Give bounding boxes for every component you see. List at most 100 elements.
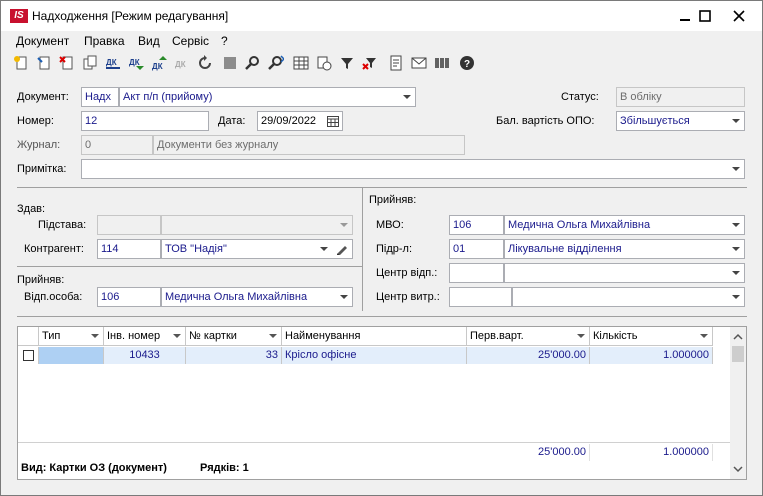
chevron-down-icon[interactable]: [340, 295, 348, 299]
dk-disabled-icon[interactable]: ДК: [173, 54, 191, 72]
mvo-code-field[interactable]: 106: [449, 215, 504, 235]
table-header-type[interactable]: Тип: [39, 327, 104, 346]
balance-value: Збільшується: [620, 115, 690, 127]
chevron-down-icon[interactable]: [732, 247, 740, 251]
column-label: Перв.варт.: [470, 330, 524, 342]
sort-arrow-icon[interactable]: [577, 334, 585, 338]
note-label: Примітка:: [17, 163, 67, 175]
scroll-thumb[interactable]: [732, 346, 744, 362]
date-value: 29/09/2022: [261, 115, 317, 127]
center-cost-select[interactable]: [512, 287, 745, 307]
checkbox-icon[interactable]: [23, 350, 34, 361]
mail-icon[interactable]: [410, 54, 428, 72]
journal-code-field: 0: [81, 135, 153, 155]
dk-up-icon[interactable]: ДК: [150, 54, 168, 72]
number-field[interactable]: 12: [81, 111, 209, 131]
cell-name[interactable]: Крісло офісне: [282, 347, 467, 364]
contractor-select[interactable]: ТОВ "Надія": [161, 239, 353, 259]
maximize-button[interactable]: [691, 1, 719, 31]
svg-text:?: ?: [464, 59, 470, 70]
clear-filter-icon[interactable]: [361, 54, 379, 72]
cell-qty[interactable]: 1.000000: [590, 347, 713, 364]
table-header-select[interactable]: [18, 327, 39, 346]
resp-person-select[interactable]: Медична Ольга Михайлівна: [161, 287, 353, 307]
view-label: Вид: Картки ОЗ (документ): [21, 462, 167, 474]
dept-select[interactable]: Лікувальне відділення: [504, 239, 745, 259]
scroll-down-icon[interactable]: [730, 461, 746, 477]
stop-icon[interactable]: [221, 54, 239, 72]
number-label: Номер:: [17, 115, 54, 127]
edit-pencil-icon[interactable]: [336, 243, 348, 255]
dk-down-icon[interactable]: ДК: [127, 54, 145, 72]
chevron-down-icon[interactable]: [732, 223, 740, 227]
search-icon[interactable]: [244, 54, 262, 72]
cell-type[interactable]: [39, 347, 104, 364]
menu-document[interactable]: Документ: [16, 34, 69, 48]
minimize-icon: [680, 19, 690, 21]
table-header-inv[interactable]: Інв. номер: [104, 327, 186, 346]
svg-text:ДК: ДК: [129, 58, 140, 67]
rows-count: Рядків: 1: [200, 462, 249, 474]
resp-code-field[interactable]: 106: [97, 287, 161, 307]
sort-arrow-icon[interactable]: [269, 334, 277, 338]
table-icon[interactable]: [292, 54, 310, 72]
close-button[interactable]: [725, 1, 753, 31]
copy-doc-icon[interactable]: [35, 54, 53, 72]
doc-icon[interactable]: [387, 54, 405, 72]
chevron-down-icon[interactable]: [732, 295, 740, 299]
help-icon[interactable]: ?: [458, 54, 476, 72]
table-header-name[interactable]: Найменування: [282, 327, 467, 346]
chevron-down-icon[interactable]: [732, 119, 740, 123]
calc-icon[interactable]: [315, 54, 333, 72]
menu-service[interactable]: Сервіс: [172, 34, 209, 48]
sort-arrow-icon[interactable]: [91, 334, 99, 338]
mvo-select[interactable]: Медична Ольга Михайлівна: [504, 215, 745, 235]
scroll-up-icon[interactable]: [730, 329, 746, 345]
chevron-down-icon[interactable]: [732, 167, 740, 171]
vertical-scrollbar[interactable]: [730, 327, 746, 479]
chevron-down-icon[interactable]: [403, 95, 411, 99]
sort-arrow-icon[interactable]: [173, 334, 181, 338]
contractor-code-field[interactable]: 114: [97, 239, 161, 259]
date-field[interactable]: 29/09/2022: [257, 111, 343, 131]
document-type-select[interactable]: Акт п/п (прийому): [119, 87, 416, 107]
delete-doc-icon[interactable]: [58, 54, 76, 72]
document-type-value: Акт п/п (прийому): [123, 91, 213, 103]
copy-icon[interactable]: [81, 54, 99, 72]
barcode-icon[interactable]: [433, 54, 451, 72]
center-resp-select[interactable]: [504, 263, 745, 283]
filter-icon[interactable]: [338, 54, 356, 72]
menu-help[interactable]: ?: [221, 34, 228, 48]
status-field: В обліку: [616, 87, 745, 107]
chevron-down-icon[interactable]: [320, 247, 328, 251]
center-resp-code-field[interactable]: [449, 263, 504, 283]
find-next-icon[interactable]: [267, 54, 285, 72]
note-select[interactable]: [81, 159, 745, 179]
refresh-icon[interactable]: [196, 54, 214, 72]
document-code-field[interactable]: Надх: [81, 87, 119, 107]
chevron-down-icon[interactable]: [732, 271, 740, 275]
new-doc-icon[interactable]: [12, 54, 30, 72]
app-window: IS Надходження [Режим редагування] Докум…: [0, 0, 763, 496]
divider: [17, 266, 362, 267]
row-checkbox-cell[interactable]: [18, 347, 39, 364]
received-label-right: Прийняв:: [369, 194, 417, 206]
document-label: Документ:: [17, 91, 69, 103]
menu-edit[interactable]: Правка: [84, 34, 125, 48]
dept-code-field[interactable]: 01: [449, 239, 504, 259]
cell-cost[interactable]: 25'000.00: [467, 347, 590, 364]
table-header-card[interactable]: № картки: [186, 327, 282, 346]
app-logo-icon: IS: [10, 9, 28, 23]
dk-icon[interactable]: ДК: [104, 54, 122, 72]
table-header-cost[interactable]: Перв.варт.: [467, 327, 590, 346]
center-cost-code-field[interactable]: [449, 287, 512, 307]
balance-select[interactable]: Збільшується: [616, 111, 745, 131]
table-header-qty[interactable]: Кількість: [590, 327, 713, 346]
menu-view[interactable]: Вид: [138, 34, 160, 48]
cell-card[interactable]: 33: [186, 347, 282, 364]
menu-bar: Документ Правка Вид Сервіс ?: [1, 32, 762, 50]
calendar-icon[interactable]: [327, 115, 339, 127]
chevron-down-icon: [340, 223, 348, 227]
cell-inv[interactable]: 10433: [104, 347, 186, 364]
sort-arrow-icon[interactable]: [700, 334, 708, 338]
